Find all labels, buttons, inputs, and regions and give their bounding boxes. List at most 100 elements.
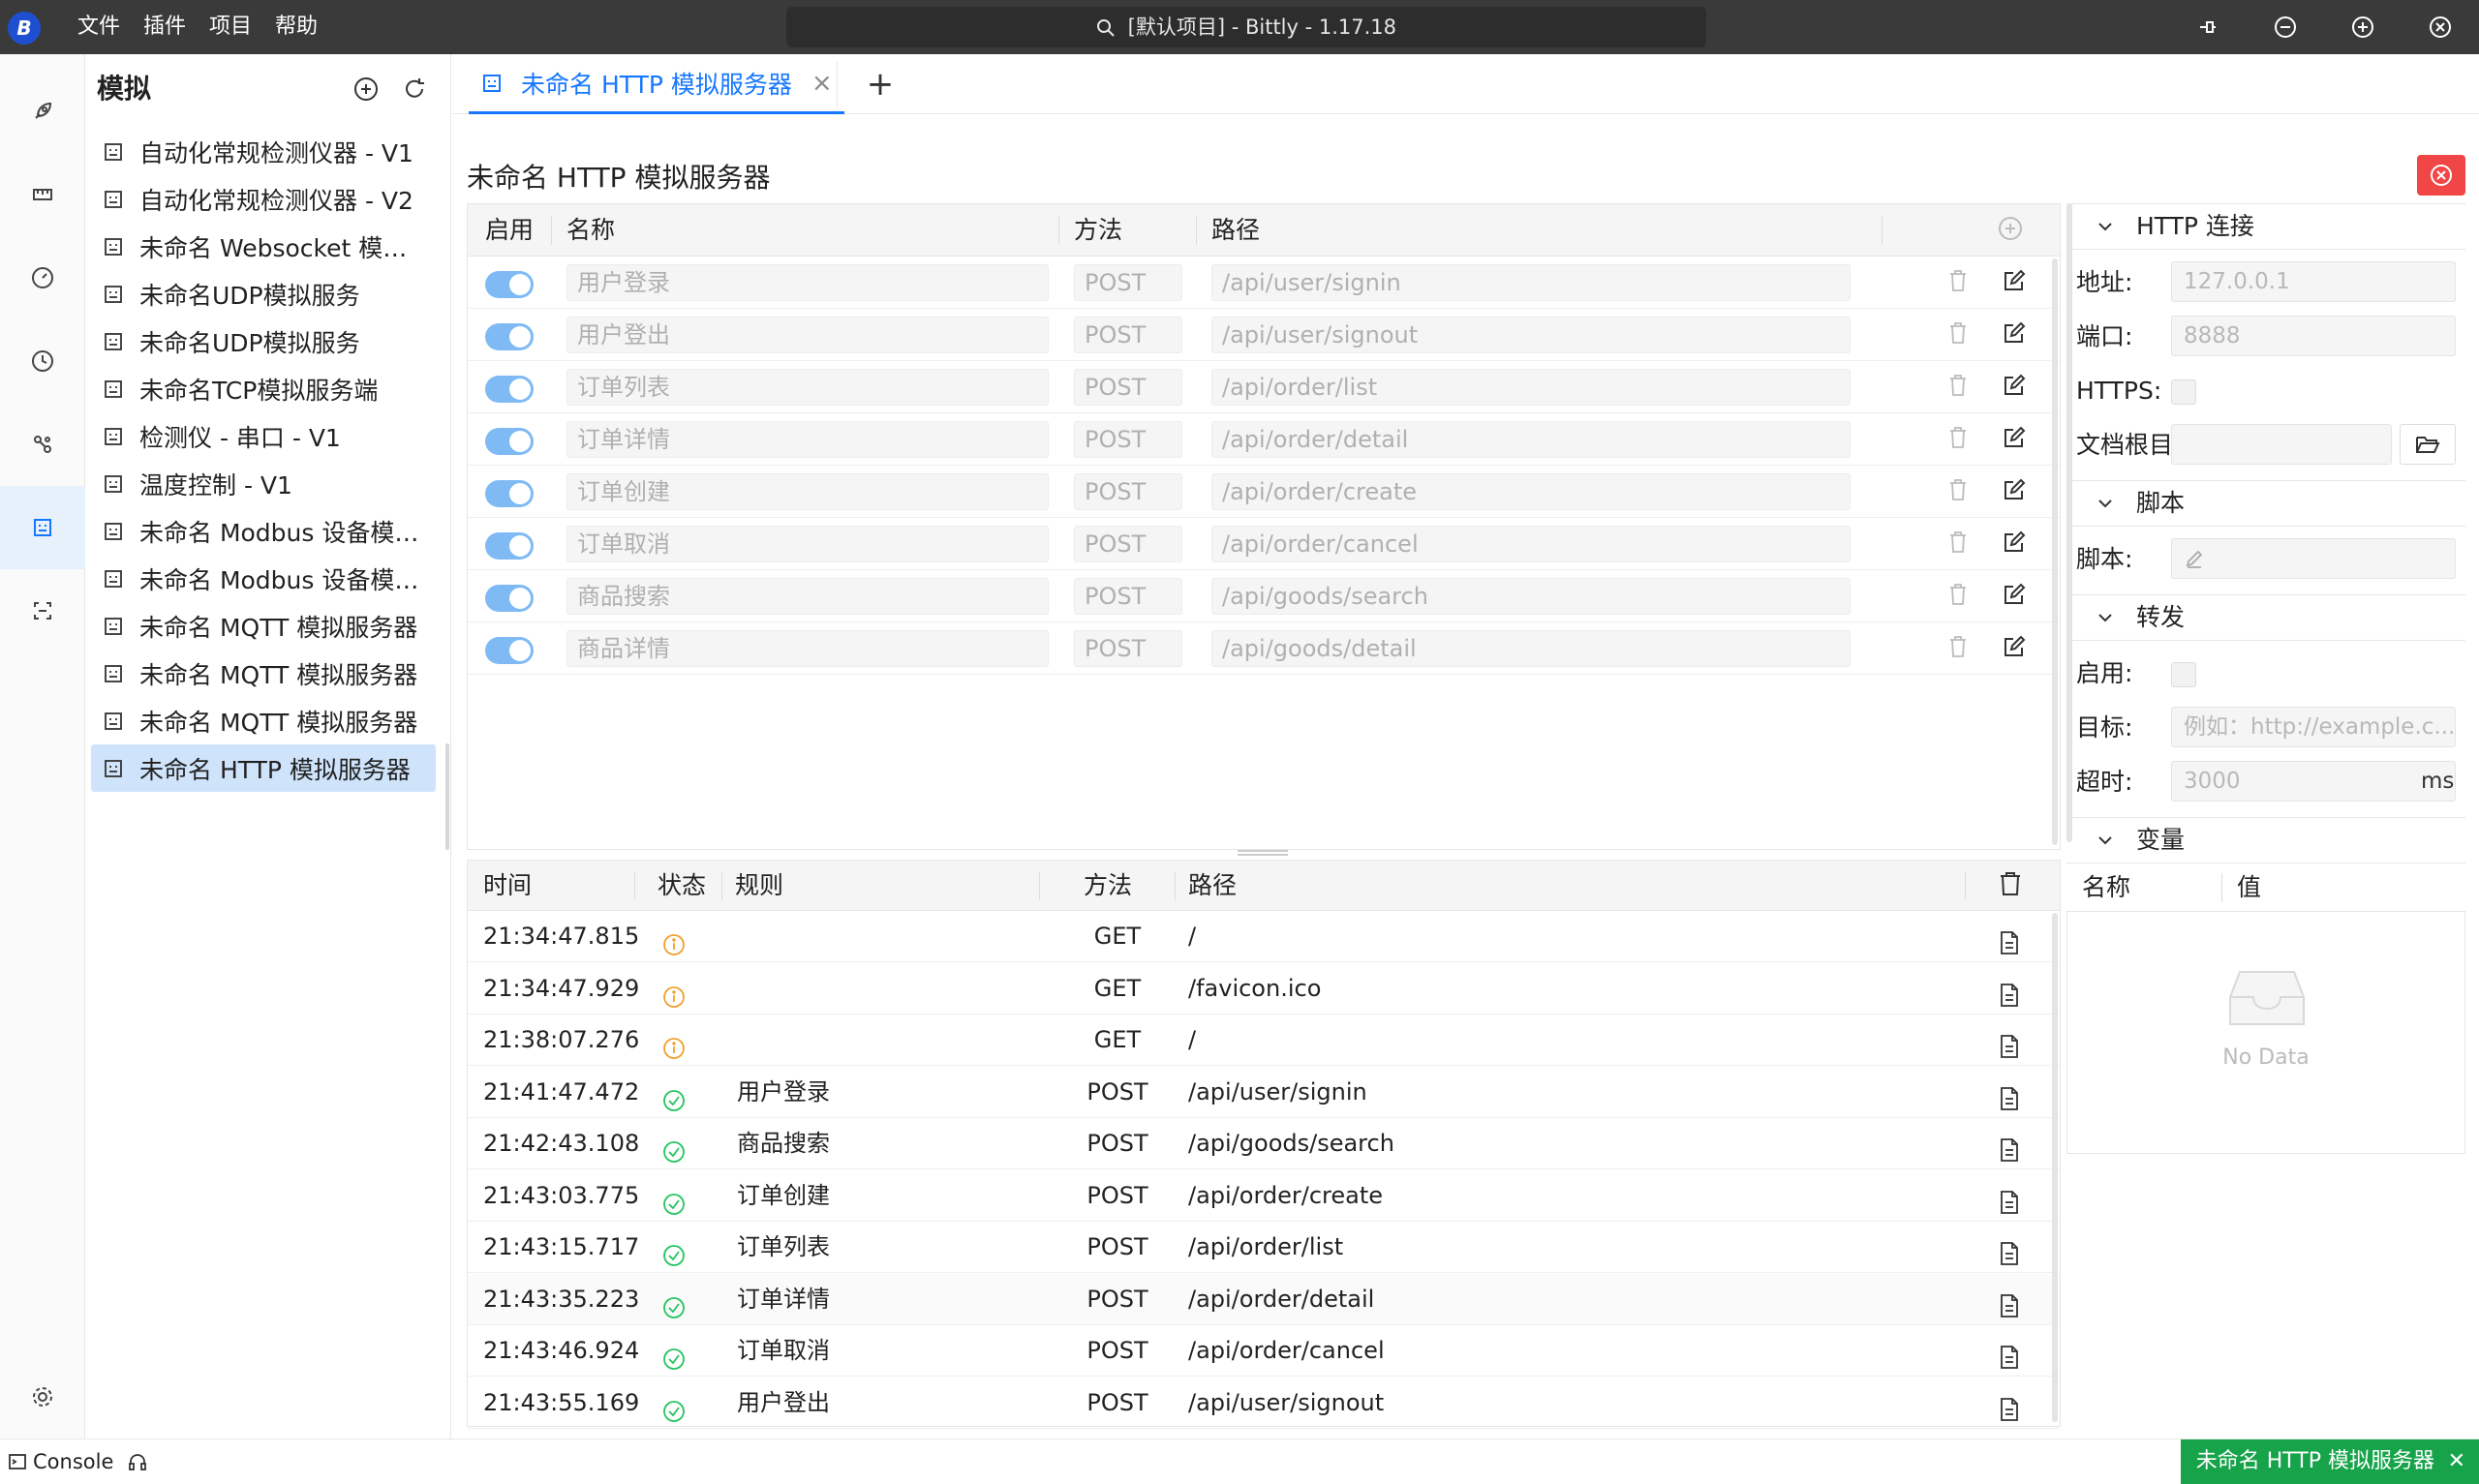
command-search[interactable]: [默认项目] - Bittly - 1.17.18 xyxy=(786,7,1706,47)
delete-rule-button[interactable] xyxy=(1943,425,1973,454)
log-row[interactable]: 21:43:46.924 订单取消 POST/api/order/cancel xyxy=(468,1325,2060,1377)
activity-dashboard[interactable] xyxy=(0,236,85,319)
rule-method-select[interactable]: POST xyxy=(1074,578,1182,615)
view-log-detail-button[interactable] xyxy=(1998,1233,2025,1265)
log-row[interactable]: 21:34:47.815 GET / xyxy=(468,911,2060,962)
edit-rule-button[interactable] xyxy=(2000,634,2029,663)
sidebar-item-mock[interactable]: 未命名 Websocket 模拟服... xyxy=(91,223,436,270)
view-log-detail-button[interactable] xyxy=(1998,1389,2025,1421)
log-row[interactable]: 21:43:55.169 用户登出 POST/api/user/signout xyxy=(468,1378,2060,1429)
delete-rule-button[interactable] xyxy=(1943,634,1973,663)
target-input[interactable]: 例如：http://example.c... xyxy=(2171,707,2456,747)
activity-test[interactable] xyxy=(0,153,85,236)
rule-path-input[interactable]: /api/goods/search xyxy=(1211,578,1851,615)
edit-rule-button[interactable] xyxy=(2000,373,2029,402)
rule-enabled-toggle[interactable] xyxy=(485,428,534,455)
rule-name-input[interactable]: 订单取消 xyxy=(566,526,1049,562)
sidebar-item-mock[interactable]: 未命名TCP模拟服务端 xyxy=(91,365,436,412)
section-variables[interactable]: 变量 xyxy=(2066,817,2465,863)
section-script[interactable]: 脚本 xyxy=(2066,480,2465,527)
stop-server-button[interactable] xyxy=(2417,155,2465,196)
log-scrollbar[interactable] xyxy=(2052,913,2058,1422)
rule-name-input[interactable]: 用户登录 xyxy=(566,264,1049,301)
maximize-button[interactable] xyxy=(2324,0,2402,54)
menu-project[interactable]: 项目 xyxy=(198,0,263,54)
running-server-badge[interactable]: 未命名 HTTP 模拟服务器 ✕ xyxy=(2180,1439,2479,1484)
delete-rule-button[interactable] xyxy=(1943,320,1973,349)
menu-plugins[interactable]: 插件 xyxy=(132,0,198,54)
rule-name-input[interactable]: 用户登出 xyxy=(566,317,1049,353)
rule-method-select[interactable]: POST xyxy=(1074,421,1182,458)
delete-rule-button[interactable] xyxy=(1943,582,1973,611)
section-http-connection[interactable]: HTTP 连接 xyxy=(2066,203,2465,250)
rule-path-input[interactable]: /api/order/create xyxy=(1211,473,1851,510)
sidebar-item-mock[interactable]: 未命名 Modbus 设备模拟... xyxy=(91,507,436,555)
rule-enabled-toggle[interactable] xyxy=(485,585,534,612)
view-log-detail-button[interactable] xyxy=(1998,923,2025,954)
rule-name-input[interactable]: 订单列表 xyxy=(566,369,1049,406)
sidebar-item-mock[interactable]: 未命名 MQTT 模拟服务器 xyxy=(91,697,436,744)
rule-enabled-toggle[interactable] xyxy=(485,480,534,507)
browse-folder-button[interactable] xyxy=(2400,424,2456,465)
sidebar-item-mock[interactable]: 自动化常规检测仪器 - V1 xyxy=(91,128,436,175)
log-row[interactable]: 21:42:43.108 商品搜索 POST/api/goods/search xyxy=(468,1118,2060,1169)
sidebar-item-mock[interactable]: 未命名 HTTP 模拟服务器 xyxy=(91,744,436,792)
rule-path-input[interactable]: /api/order/list xyxy=(1211,369,1851,406)
address-input[interactable]: 127.0.0.1 xyxy=(2171,261,2456,302)
tab-http-mock[interactable]: 未命名 HTTP 模拟服务器 × xyxy=(469,54,844,114)
edit-rule-button[interactable] xyxy=(2000,320,2029,349)
log-row[interactable]: 21:41:47.472 用户登录 POST/api/user/signin xyxy=(468,1067,2060,1118)
delete-rule-button[interactable] xyxy=(1943,477,1973,506)
rule-method-select[interactable]: POST xyxy=(1074,526,1182,562)
sidebar-item-mock[interactable]: 未命名UDP模拟服务 xyxy=(91,318,436,365)
clear-log-button[interactable] xyxy=(1998,870,2023,904)
add-rule-button[interactable] xyxy=(1998,216,2023,248)
rule-enabled-toggle[interactable] xyxy=(485,637,534,664)
log-row[interactable]: 21:34:47.929 GET/favicon.ico xyxy=(468,963,2060,1015)
sidebar-item-mock[interactable]: 自动化常规检测仪器 - V2 xyxy=(91,175,436,223)
activity-history[interactable] xyxy=(0,319,85,403)
sidebar-item-mock[interactable]: 未命名 Modbus 设备模拟... xyxy=(91,555,436,602)
delete-rule-button[interactable] xyxy=(1943,268,1973,297)
tab-close-icon[interactable]: × xyxy=(811,69,833,98)
view-log-detail-button[interactable] xyxy=(1998,1286,2025,1317)
script-editor-button[interactable] xyxy=(2171,538,2456,579)
edit-rule-button[interactable] xyxy=(2000,582,2029,611)
rule-path-input[interactable]: /api/user/signin xyxy=(1211,264,1851,301)
sidebar-item-mock[interactable]: 温度控制 - V1 xyxy=(91,460,436,507)
rule-path-input[interactable]: /api/user/signout xyxy=(1211,317,1851,353)
edit-rule-button[interactable] xyxy=(2000,268,2029,297)
activity-tools[interactable] xyxy=(0,569,85,652)
close-icon[interactable]: ✕ xyxy=(2448,1439,2465,1484)
panel-splitter[interactable] xyxy=(1238,850,1288,856)
rule-name-input[interactable]: 商品详情 xyxy=(566,630,1049,667)
rule-method-select[interactable]: POST xyxy=(1074,369,1182,406)
rule-method-select[interactable]: POST xyxy=(1074,317,1182,353)
add-mock-button[interactable] xyxy=(351,74,382,105)
rule-name-input[interactable]: 订单创建 xyxy=(566,473,1049,510)
menu-file[interactable]: 文件 xyxy=(66,0,132,54)
view-log-detail-button[interactable] xyxy=(1998,1182,2025,1214)
sidebar-item-mock[interactable]: 未命名 MQTT 模拟服务器 xyxy=(91,602,436,650)
console-button[interactable]: Console xyxy=(8,1439,148,1484)
activity-flow[interactable] xyxy=(0,403,85,486)
rule-path-input[interactable]: /api/goods/detail xyxy=(1211,630,1851,667)
log-row[interactable]: 21:43:35.223 订单详情 POST/api/order/detail xyxy=(468,1273,2060,1325)
rule-method-select[interactable]: POST xyxy=(1074,473,1182,510)
rule-enabled-toggle[interactable] xyxy=(485,376,534,403)
rule-enabled-toggle[interactable] xyxy=(485,532,534,560)
view-log-detail-button[interactable] xyxy=(1998,1078,2025,1110)
rule-path-input[interactable]: /api/order/detail xyxy=(1211,421,1851,458)
edit-rule-button[interactable] xyxy=(2000,425,2029,454)
sidebar-scrollbar[interactable] xyxy=(445,743,449,850)
view-log-detail-button[interactable] xyxy=(1998,1026,2025,1058)
pin-button[interactable] xyxy=(2169,0,2247,54)
https-checkbox[interactable] xyxy=(2171,379,2196,405)
edit-rule-button[interactable] xyxy=(2000,530,2029,559)
rule-enabled-toggle[interactable] xyxy=(485,271,534,298)
view-log-detail-button[interactable] xyxy=(1998,1337,2025,1369)
forward-enabled-checkbox[interactable] xyxy=(2171,662,2196,687)
log-row[interactable]: 21:38:07.276 GET / xyxy=(468,1015,2060,1066)
log-row[interactable]: 21:43:15.717 订单列表 POST/api/order/list xyxy=(468,1222,2060,1273)
sidebar-item-mock[interactable]: 检测仪 - 串口 - V1 xyxy=(91,412,436,460)
